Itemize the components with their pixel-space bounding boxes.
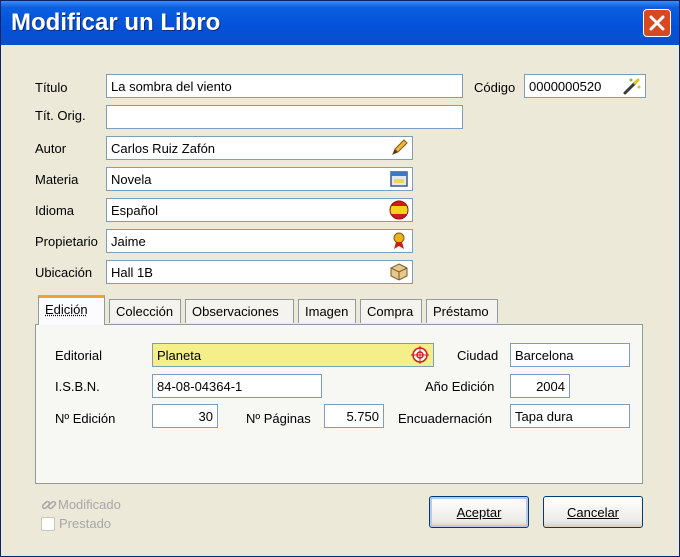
codigo-label: Código (474, 80, 516, 95)
paginas-field[interactable]: 5.750 (324, 404, 384, 428)
titulo-field[interactable]: La sombra del viento (106, 74, 463, 98)
tab-coleccion-label: Colección (116, 304, 174, 319)
num-edicion-field[interactable]: 30 (152, 404, 218, 428)
titulo-label: Título (35, 80, 68, 95)
ubicacion-label: Ubicación (35, 265, 93, 280)
magic-wand-icon[interactable] (622, 76, 642, 96)
pencil-icon[interactable] (389, 138, 409, 158)
editorial-label: Editorial (55, 348, 102, 363)
ciudad-field[interactable]: Barcelona (510, 343, 630, 367)
accept-button-label: Aceptar (456, 505, 502, 520)
tab-observaciones-label: Observaciones (192, 304, 279, 319)
tab-edicion[interactable]: Edición (38, 295, 105, 325)
cancel-button[interactable]: Cancelar (543, 496, 643, 528)
paginas-label: Nº Páginas (246, 411, 311, 426)
window-title: Modificar un Libro (11, 9, 221, 36)
prestado-checkbox[interactable] (41, 517, 55, 531)
propietario-label: Propietario (35, 234, 98, 249)
link-icon (41, 500, 57, 510)
tab-imagen[interactable]: Imagen (298, 299, 356, 323)
prestado-label: Prestado (59, 516, 112, 531)
isbn-label: I.S.B.N. (55, 379, 100, 394)
ribbon-icon[interactable] (389, 231, 409, 251)
tab-edicion-label: Edición (45, 302, 88, 317)
modificado-label: Modificado (58, 497, 121, 512)
tit-orig-field[interactable] (106, 105, 463, 129)
tab-observaciones[interactable]: Observaciones (185, 299, 294, 323)
tab-compra-label: Compra (367, 304, 414, 319)
tit-orig-label: Tít. Orig. (35, 108, 86, 123)
encuadernacion-field[interactable]: Tapa dura (510, 404, 630, 428)
cancel-button-label: Cancelar (566, 505, 620, 520)
tab-imagen-label: Imagen (305, 304, 349, 319)
autor-field[interactable]: Carlos Ruiz Zafón (106, 136, 413, 160)
anio-edicion-field[interactable]: 2004 (510, 374, 570, 398)
idioma-field[interactable]: Español (106, 198, 413, 222)
codigo-value: 0000000520 (529, 79, 602, 94)
autor-label: Autor (35, 141, 67, 156)
encuadernacion-label: Encuadernación (398, 411, 492, 426)
ciudad-label: Ciudad (457, 348, 499, 363)
propietario-field[interactable]: Jaime (106, 229, 413, 253)
close-button[interactable] (643, 9, 671, 37)
target-icon[interactable] (410, 345, 430, 365)
materia-label: Materia (35, 172, 79, 187)
accept-button[interactable]: Aceptar (429, 496, 529, 528)
book-category-icon[interactable] (389, 169, 409, 189)
ubicacion-field[interactable]: Hall 1B (106, 260, 413, 284)
tab-coleccion[interactable]: Colección (109, 299, 181, 323)
editorial-field[interactable]: Planeta (152, 343, 434, 367)
tab-panel-edicion: Editorial Planeta Ciudad Barcelona I.S.B… (35, 324, 643, 484)
tab-prestamo-label: Préstamo (433, 304, 489, 319)
spain-flag-icon[interactable] (389, 200, 409, 220)
box-icon[interactable] (389, 262, 409, 282)
materia-field[interactable]: Novela (106, 167, 413, 191)
num-edicion-label: Nº Edición (55, 411, 116, 426)
anio-edicion-label: Año Edición (425, 379, 495, 394)
idioma-label: Idioma (35, 203, 75, 218)
tab-prestamo[interactable]: Préstamo (426, 299, 498, 323)
dialog-window: Modificar un Libro Título La sombra del … (0, 0, 680, 557)
tab-compra[interactable]: Compra (360, 299, 422, 323)
isbn-field[interactable]: 84-08-04364-1 (152, 374, 322, 398)
title-bar[interactable]: Modificar un Libro (1, 1, 679, 45)
close-icon (649, 15, 665, 31)
